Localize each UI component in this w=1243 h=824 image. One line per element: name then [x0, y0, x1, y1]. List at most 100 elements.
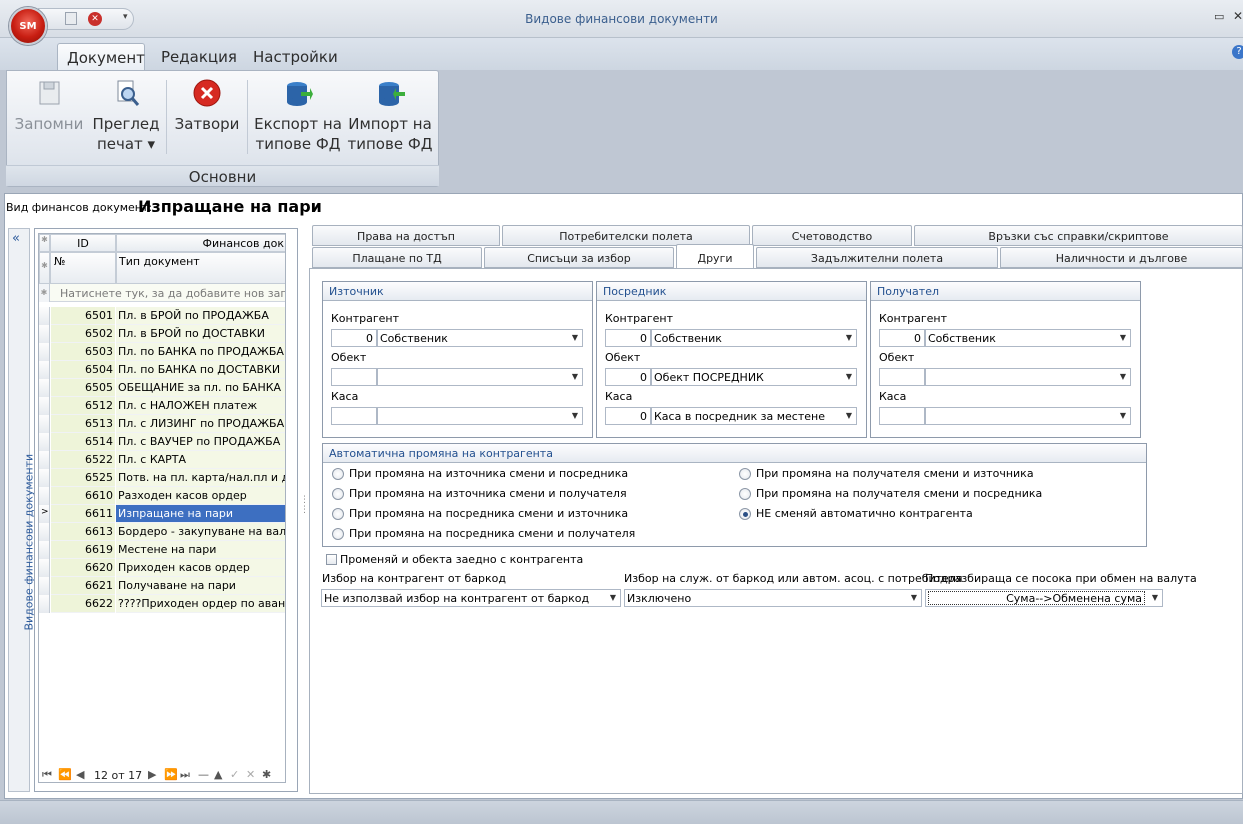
intermediary-kasa-number[interactable]: 0: [605, 407, 651, 425]
row-selector[interactable]: [39, 397, 50, 415]
tab-payment[interactable]: Плащане по ТД: [312, 247, 482, 268]
tab-stock-debts[interactable]: Наличности и дългове: [1000, 247, 1243, 268]
nav-first-icon[interactable]: ⏮: [42, 768, 52, 782]
receiver-obekt-select[interactable]: ▼: [925, 368, 1131, 386]
save-button[interactable]: Запомни: [14, 78, 84, 134]
chevron-down-icon[interactable]: ▼: [1116, 408, 1130, 424]
nav-star-icon[interactable]: ✱: [262, 768, 271, 781]
tab-required-fields[interactable]: Задължителни полета: [756, 247, 998, 268]
table-row[interactable]: >6611 Изпращане на пари: [39, 505, 285, 523]
auto-change-radio[interactable]: [332, 528, 344, 540]
nav-next-icon[interactable]: ▶: [148, 768, 156, 781]
chevron-down-icon[interactable]: ▼: [907, 590, 921, 606]
collapse-icon[interactable]: «: [12, 231, 20, 246]
chevron-down-icon[interactable]: ▼: [842, 369, 856, 385]
nav-prev-page-icon[interactable]: ⏪: [58, 768, 72, 781]
column-header-id[interactable]: ID: [50, 234, 116, 252]
table-row[interactable]: 6513 Пл. с ЛИЗИНГ по ПРОДАЖБА: [39, 415, 285, 433]
table-row[interactable]: 6622 ????Приходен ордер по аванс: [39, 595, 285, 613]
row-selector[interactable]: >: [39, 505, 50, 523]
intermediary-kasa-select[interactable]: Каса в посредник за местене ▼: [651, 407, 857, 425]
table-row[interactable]: 6525 Потв. на пл. карта/нал.пл и др: [39, 469, 285, 487]
row-selector[interactable]: [39, 343, 50, 361]
source-kontragent-select[interactable]: Собственик ▼: [377, 329, 583, 347]
tab-user-fields[interactable]: Потребителски полета: [502, 225, 750, 246]
row-selector[interactable]: [39, 559, 50, 577]
source-obekt-select[interactable]: ▼: [377, 368, 583, 386]
receiver-kasa-number[interactable]: [879, 407, 925, 425]
nav-up-icon[interactable]: ▲: [214, 768, 222, 781]
table-row[interactable]: 6504 Пл. по БАНКА по ДОСТАВКИ: [39, 361, 285, 379]
row-selector[interactable]: [39, 541, 50, 559]
tab-report-links[interactable]: Връзки със справки/скриптове: [914, 225, 1243, 246]
receiver-obekt-number[interactable]: [879, 368, 925, 386]
receiver-kasa-select[interactable]: ▼: [925, 407, 1131, 425]
row-selector[interactable]: [39, 361, 50, 379]
tab-accounting[interactable]: Счетоводство: [752, 225, 912, 246]
column-header-type[interactable]: Тип документ: [116, 252, 285, 284]
column-header-no[interactable]: №: [50, 252, 116, 284]
table-row[interactable]: 6610 Разходен касов ордер: [39, 487, 285, 505]
column-header-fin-doc[interactable]: Финансов док: [116, 234, 285, 252]
restore-icon[interactable]: ▭: [1214, 10, 1224, 23]
chevron-down-icon[interactable]: ▼: [568, 408, 582, 424]
row-selector[interactable]: [39, 451, 50, 469]
intermediary-obekt-number[interactable]: 0: [605, 368, 651, 386]
chevron-down-icon[interactable]: ▼: [842, 408, 856, 424]
table-row[interactable]: 6621 Получаване на пари: [39, 577, 285, 595]
row-selector[interactable]: [39, 487, 50, 505]
receiver-kontragent-number[interactable]: 0: [879, 329, 925, 347]
currency-select[interactable]: Сума-->Обменена сума ▼: [925, 589, 1163, 607]
sidebar-strip[interactable]: « Видове финансови документи: [8, 228, 36, 792]
source-kontragent-number[interactable]: 0: [331, 329, 377, 347]
table-row[interactable]: 6502 Пл. в БРОЙ по ДОСТАВКИ: [39, 325, 285, 343]
nav-delete-icon[interactable]: —: [198, 768, 209, 781]
new-row-hint[interactable]: Натиснете тук, за да добавите нов запис: [50, 284, 285, 302]
table-row[interactable]: 6501 Пл. в БРОЙ по ПРОДАЖБА: [39, 307, 285, 325]
tab-document[interactable]: Документ: [57, 43, 145, 71]
source-kasa-select[interactable]: ▼: [377, 407, 583, 425]
table-row[interactable]: 6522 Пл. с КАРТА: [39, 451, 285, 469]
employee-select[interactable]: Изключено ▼: [624, 589, 922, 607]
tab-selection-lists[interactable]: Списъци за избор: [484, 247, 674, 268]
nav-cancel-icon[interactable]: ✕: [246, 768, 255, 781]
table-row[interactable]: 6512 Пл. с НАЛОЖЕН платеж: [39, 397, 285, 415]
table-row[interactable]: 6613Бордеро - закупуване на валута: [39, 523, 285, 541]
tab-settings[interactable]: Настройки: [244, 43, 344, 71]
row-selector[interactable]: [39, 307, 50, 325]
row-selector[interactable]: [39, 523, 50, 541]
auto-change-radio[interactable]: [739, 468, 751, 480]
window-close-icon[interactable]: ✕: [1233, 9, 1243, 23]
tab-edit[interactable]: Редакция: [152, 43, 238, 71]
intermediary-kontragent-number[interactable]: 0: [605, 329, 651, 347]
row-selector[interactable]: [39, 595, 50, 613]
print-preview-button[interactable]: Преглед печат ▾: [90, 78, 162, 154]
chevron-down-icon[interactable]: ▼: [568, 330, 582, 346]
auto-change-radio[interactable]: [739, 488, 751, 500]
chevron-down-icon[interactable]: ▼: [842, 330, 856, 346]
row-selector[interactable]: [39, 415, 50, 433]
auto-change-radio[interactable]: [739, 508, 751, 520]
auto-change-radio[interactable]: [332, 468, 344, 480]
row-selector[interactable]: [39, 325, 50, 343]
table-row[interactable]: 6620 Приходен касов ордер: [39, 559, 285, 577]
chevron-down-icon[interactable]: ▼: [1116, 369, 1130, 385]
tab-access-rights[interactable]: Права на достъп: [312, 225, 500, 246]
table-row[interactable]: 6514 Пл. с ВАУЧЕР по ПРОДАЖБА: [39, 433, 285, 451]
chevron-down-icon[interactable]: ▼: [568, 369, 582, 385]
source-kasa-number[interactable]: [331, 407, 377, 425]
nav-next-page-icon[interactable]: ⏩: [164, 768, 178, 781]
change-object-checkbox[interactable]: [326, 554, 337, 565]
barcode-select[interactable]: Не използвай избор на контрагент от барк…: [321, 589, 621, 607]
auto-change-radio[interactable]: [332, 488, 344, 500]
row-selector[interactable]: [39, 469, 50, 487]
intermediary-kontragent-select[interactable]: Собственик ▼: [651, 329, 857, 347]
nav-last-icon[interactable]: ⏭: [180, 768, 190, 782]
table-row[interactable]: 6505 ОБЕЩАНИЕ за пл. по БАНКА: [39, 379, 285, 397]
auto-change-radio[interactable]: [332, 508, 344, 520]
source-obekt-number[interactable]: [331, 368, 377, 386]
nav-confirm-icon[interactable]: ✓: [230, 768, 239, 781]
row-selector[interactable]: [39, 379, 50, 397]
table-row[interactable]: 6503 Пл. по БАНКА по ПРОДАЖБА: [39, 343, 285, 361]
help-icon[interactable]: ?: [1232, 45, 1243, 59]
